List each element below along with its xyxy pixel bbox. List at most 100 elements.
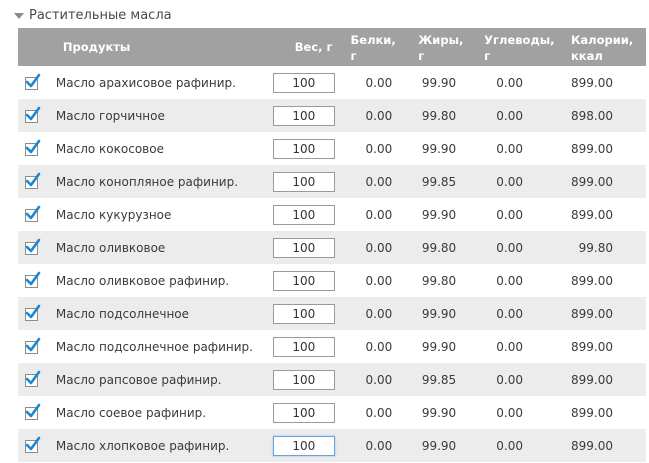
weight-cell <box>272 363 351 396</box>
table-row: Масло кокосовое 0.00 99.90 0.00 899.00 <box>18 132 646 165</box>
table-row: Масло оливковое 0.00 99.80 0.00 99.80 <box>18 231 646 264</box>
product-name: Масло кокосовое <box>55 141 164 156</box>
product-checkbox[interactable] <box>25 403 41 420</box>
fat-value: 99.90 <box>421 438 457 453</box>
weight-cell <box>272 132 351 165</box>
carbs-value: 0.00 <box>496 240 523 255</box>
table-row: Масло горчичное 0.00 99.80 0.00 898.00 <box>18 99 646 132</box>
weight-input[interactable] <box>272 303 335 324</box>
protein-value: 0.00 <box>365 108 393 123</box>
nutrition-table: Продукты Вес, г Белки, г Жиры, г Углевод… <box>18 28 646 462</box>
section-title: Растительные масла <box>29 7 172 23</box>
section-header[interactable]: Растительные масла <box>14 4 172 26</box>
product-name: Масло рапсовое рафинир. <box>55 372 222 387</box>
fat-value: 99.90 <box>421 207 457 222</box>
product-checkbox[interactable] <box>25 271 41 288</box>
table-row: Масло хлопковое рафинир. 0.00 99.90 0.00 899… <box>18 429 646 462</box>
header-calories-line2: ккал <box>571 49 603 63</box>
protein-value: 0.00 <box>365 405 393 420</box>
product-name: Масло подсолнечное рафинир. <box>55 339 253 354</box>
weight-input[interactable] <box>272 270 335 291</box>
carbs-value: 0.00 <box>496 339 523 354</box>
checkbox-cell <box>18 66 43 99</box>
fat-value: 99.90 <box>421 306 457 321</box>
weight-input[interactable] <box>272 138 335 159</box>
product-checkbox[interactable] <box>25 337 41 354</box>
protein-value: 0.00 <box>365 240 393 255</box>
product-checkbox[interactable] <box>25 304 41 321</box>
calories-value: 899.00 <box>571 339 613 354</box>
protein-value: 0.00 <box>365 438 393 453</box>
fat-value: 99.85 <box>421 174 457 189</box>
fat-value: 99.80 <box>421 273 457 288</box>
checkbox-cell <box>18 165 43 198</box>
fat-value: 99.90 <box>421 405 457 420</box>
table-row: Масло арахисовое рафинир. 0.00 99.90 0.00 89… <box>18 66 646 99</box>
weight-cell <box>272 165 351 198</box>
product-checkbox[interactable] <box>25 139 41 156</box>
product-name: Масло хлопковое рафинир. <box>55 438 230 453</box>
product-checkbox[interactable] <box>25 106 41 123</box>
product-checkbox[interactable] <box>25 436 41 453</box>
weight-input[interactable] <box>272 402 335 423</box>
header-carbs: Углеводы, г <box>484 28 571 66</box>
carbs-value: 0.00 <box>496 273 523 288</box>
header-check-cell <box>18 28 43 66</box>
header-protein: Белки, г <box>351 28 419 66</box>
calories-value: 899.00 <box>571 141 613 156</box>
table-header-row: Продукты Вес, г Белки, г Жиры, г Углевод… <box>18 28 646 66</box>
table-row: Масло кукурузное 0.00 99.90 0.00 899.00 <box>18 198 646 231</box>
table-row: Масло подсолнечное 0.00 99.90 0.00 899.00 <box>18 297 646 330</box>
weight-input[interactable] <box>272 336 335 357</box>
protein-value: 0.00 <box>365 273 393 288</box>
carbs-value: 0.00 <box>496 141 523 156</box>
header-carbs-line1: Углеводы, <box>484 33 555 47</box>
weight-input[interactable] <box>272 369 335 390</box>
header-calories-line1: Калории, <box>571 33 634 47</box>
header-carbs-line2: г <box>484 49 491 63</box>
product-checkbox[interactable] <box>25 205 41 222</box>
weight-cell <box>272 66 351 99</box>
table-row: Масло соевое рафинир. 0.00 99.90 0.00 899.00 <box>18 396 646 429</box>
calories-value: 899.00 <box>571 372 613 387</box>
weight-cell <box>272 297 351 330</box>
triangle-down-icon[interactable] <box>14 12 24 19</box>
calories-value: 899.00 <box>571 75 613 90</box>
header-protein-line1: Белки, <box>350 33 396 47</box>
protein-value: 0.00 <box>365 339 393 354</box>
carbs-value: 0.00 <box>496 306 523 321</box>
weight-input[interactable] <box>272 171 335 192</box>
protein-value: 0.00 <box>365 75 393 90</box>
checkbox-cell <box>18 330 43 363</box>
fat-value: 99.90 <box>421 141 457 156</box>
carbs-value: 0.00 <box>496 372 523 387</box>
checkbox-cell <box>18 99 43 132</box>
weight-input[interactable] <box>272 435 335 456</box>
product-name: Масло арахисовое рафинир. <box>55 75 236 90</box>
checkbox-cell <box>18 132 43 165</box>
weight-cell <box>272 330 351 363</box>
table-row: Масло рапсовое рафинир. 0.00 99.85 0.00 899.… <box>18 363 646 396</box>
calories-value: 899.00 <box>571 405 613 420</box>
table-row: Масло подсолнечное рафинир. 0.00 99.90 0.00… <box>18 330 646 363</box>
protein-value: 0.00 <box>365 207 393 222</box>
product-checkbox[interactable] <box>25 172 41 189</box>
product-name: Масло соевое рафинир. <box>55 405 207 420</box>
header-protein-line2: г <box>350 49 357 63</box>
product-name: Масло оливковое <box>55 240 166 255</box>
product-name: Масло конопляное рафинир. <box>55 174 239 189</box>
weight-input[interactable] <box>272 237 335 258</box>
weight-input[interactable] <box>272 204 335 225</box>
weight-input[interactable] <box>272 105 335 126</box>
product-checkbox[interactable] <box>25 370 41 387</box>
fat-value: 99.80 <box>421 108 457 123</box>
fat-value: 99.90 <box>421 75 457 90</box>
weight-input[interactable] <box>272 72 335 93</box>
protein-value: 0.00 <box>365 372 393 387</box>
carbs-value: 0.00 <box>496 405 523 420</box>
product-checkbox[interactable] <box>25 73 41 90</box>
table-row: Масло конопляное рафинир. 0.00 99.85 0.00 89… <box>18 165 646 198</box>
carbs-value: 0.00 <box>496 108 523 123</box>
header-weight: Вес, г <box>294 40 333 54</box>
product-checkbox[interactable] <box>25 238 41 255</box>
